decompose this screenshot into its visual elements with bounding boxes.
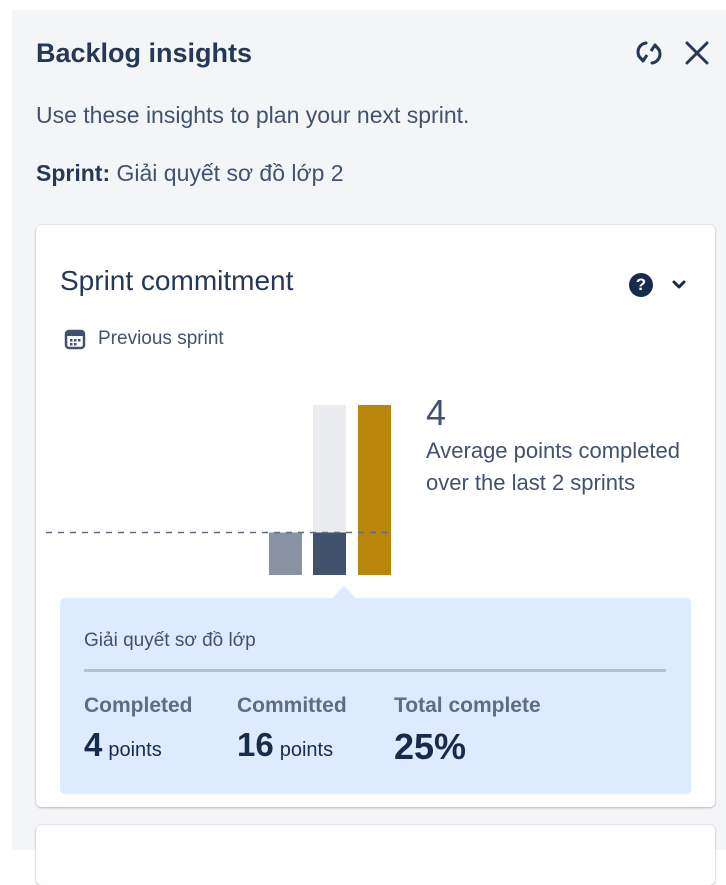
header-actions <box>632 36 714 70</box>
committed-label: Committed <box>237 694 347 717</box>
sprint-line: Sprint: Giải quyết sơ đồ lớp 2 <box>36 160 344 187</box>
average-description: Average points completed over the last 2… <box>426 438 680 495</box>
previous-sprint-label: Previous sprint <box>98 328 224 349</box>
completed-unit: points <box>108 739 162 761</box>
refresh-icon[interactable] <box>632 36 666 70</box>
info-sprint-name: Giải quyết sơ đồ lớp <box>84 630 256 651</box>
average-value: 4 <box>426 392 447 433</box>
average-points: 4 Average points completed over the last… <box>426 393 686 499</box>
committed-stat: Committed 16 points <box>237 694 347 764</box>
sprint-label: Sprint: <box>36 160 111 186</box>
total-complete-value: 25% <box>394 726 467 767</box>
completed-bar-1[interactable] <box>269 532 302 576</box>
committed-unit: points <box>279 739 334 761</box>
panel-title: Backlog insights <box>36 38 253 68</box>
next-insight-card <box>36 825 715 885</box>
panel-description: Use these insights to plan your next spr… <box>36 102 470 128</box>
completed-label: Completed <box>84 694 193 717</box>
close-icon[interactable] <box>680 36 714 70</box>
info-divider <box>84 669 666 672</box>
info-pointer <box>332 586 356 598</box>
card-actions: ? <box>629 273 687 297</box>
committed-value: 16 <box>237 726 274 763</box>
sprint-name: Giải quyết sơ đồ lớp 2 <box>116 160 344 186</box>
calendar-icon <box>64 329 86 350</box>
completed-bar-2[interactable] <box>313 532 346 576</box>
total-complete-label: Total complete <box>394 694 541 717</box>
completed-bar-3[interactable] <box>358 405 391 575</box>
sprint-commitment-card: Sprint commitment ? Previous sprint 4 Av… <box>36 225 715 807</box>
card-title: Sprint commitment <box>60 265 294 296</box>
backlog-insights-panel: Backlog insights Use these insights to p… <box>12 10 726 885</box>
completed-value: 4 <box>84 726 103 763</box>
previous-sprint-filter[interactable]: Previous sprint <box>64 328 224 350</box>
sprint-info-box: Giải quyết sơ đồ lớp Completed 4 points C… <box>60 586 691 794</box>
chevron-down-icon[interactable] <box>671 279 687 291</box>
completed-stat: Completed 4 points <box>84 694 193 764</box>
help-icon[interactable]: ? <box>629 273 653 297</box>
total-complete-stat: Total complete 25% <box>394 694 541 768</box>
